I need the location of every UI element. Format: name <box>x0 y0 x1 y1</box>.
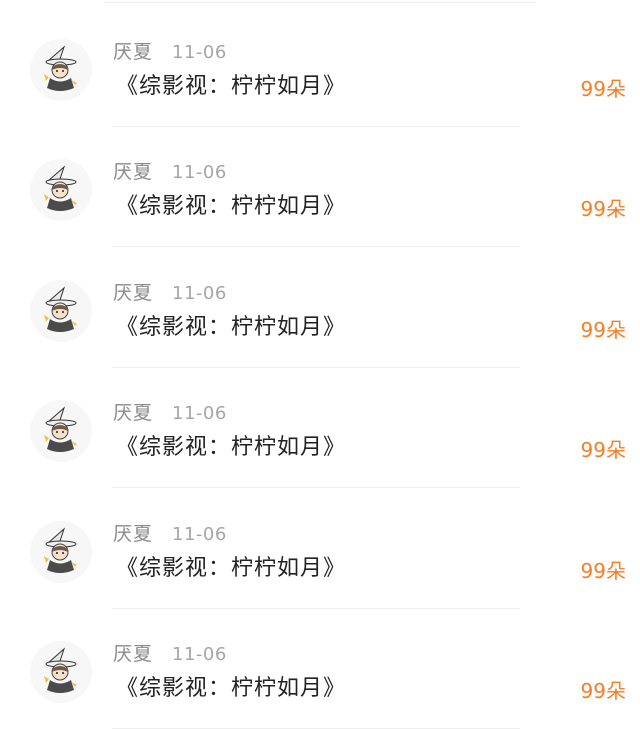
witch-hat-character-icon <box>30 39 92 101</box>
comment-row[interactable]: 厌夏 11-06 《综影视：柠柠如月》 99朵 <box>0 609 640 729</box>
comment-row[interactable]: 厌夏 11-06 《综影视：柠柠如月》 99朵 <box>0 489 640 609</box>
avatar[interactable] <box>30 400 92 462</box>
book-title-link[interactable]: 《综影视：柠柠如月》 <box>116 191 346 223</box>
gift-count: 99朵 <box>580 559 626 583</box>
witch-hat-character-icon <box>30 159 92 221</box>
comment-row[interactable]: 厌夏 11-06 《综影视：柠柠如月》 99朵 <box>0 368 640 488</box>
witch-hat-character-icon <box>30 521 92 583</box>
gift-count: 99朵 <box>580 679 626 703</box>
book-title-link[interactable]: 《综影视：柠柠如月》 <box>116 71 346 103</box>
avatar[interactable] <box>30 280 92 342</box>
gift-count: 99朵 <box>580 77 626 101</box>
comment-date: 11-06 <box>172 42 227 63</box>
gift-count: 99朵 <box>580 318 626 342</box>
avatar[interactable] <box>30 39 92 101</box>
comment-date: 11-06 <box>172 644 227 665</box>
comment-date: 11-06 <box>172 283 227 304</box>
username[interactable]: 厌夏 <box>113 400 153 426</box>
comment-date: 11-06 <box>172 403 227 424</box>
avatar[interactable] <box>30 159 92 221</box>
book-title-link[interactable]: 《综影视：柠柠如月》 <box>116 432 346 464</box>
comment-date: 11-06 <box>172 162 227 183</box>
row-divider <box>112 246 520 247</box>
book-title-link[interactable]: 《综影视：柠柠如月》 <box>116 312 346 344</box>
witch-hat-character-icon <box>30 280 92 342</box>
username[interactable]: 厌夏 <box>113 159 153 185</box>
username[interactable]: 厌夏 <box>113 280 153 306</box>
witch-hat-character-icon <box>30 400 92 462</box>
comment-row[interactable]: 厌夏 11-06 《综影视：柠柠如月》 99朵 <box>0 7 640 127</box>
comment-date: 11-06 <box>172 524 227 545</box>
book-title-link[interactable]: 《综影视：柠柠如月》 <box>116 553 346 585</box>
avatar[interactable] <box>30 521 92 583</box>
witch-hat-character-icon <box>30 641 92 703</box>
gift-count: 99朵 <box>580 438 626 462</box>
top-divider <box>104 2 536 3</box>
username[interactable]: 厌夏 <box>113 641 153 667</box>
avatar[interactable] <box>30 641 92 703</box>
comment-row[interactable]: 厌夏 11-06 《综影视：柠柠如月》 99朵 <box>0 127 640 247</box>
row-divider <box>112 487 520 488</box>
gift-count: 99朵 <box>580 197 626 221</box>
book-title-link[interactable]: 《综影视：柠柠如月》 <box>116 673 346 705</box>
username[interactable]: 厌夏 <box>113 39 153 65</box>
comment-row[interactable]: 厌夏 11-06 《综影视：柠柠如月》 99朵 <box>0 248 640 368</box>
username[interactable]: 厌夏 <box>113 521 153 547</box>
